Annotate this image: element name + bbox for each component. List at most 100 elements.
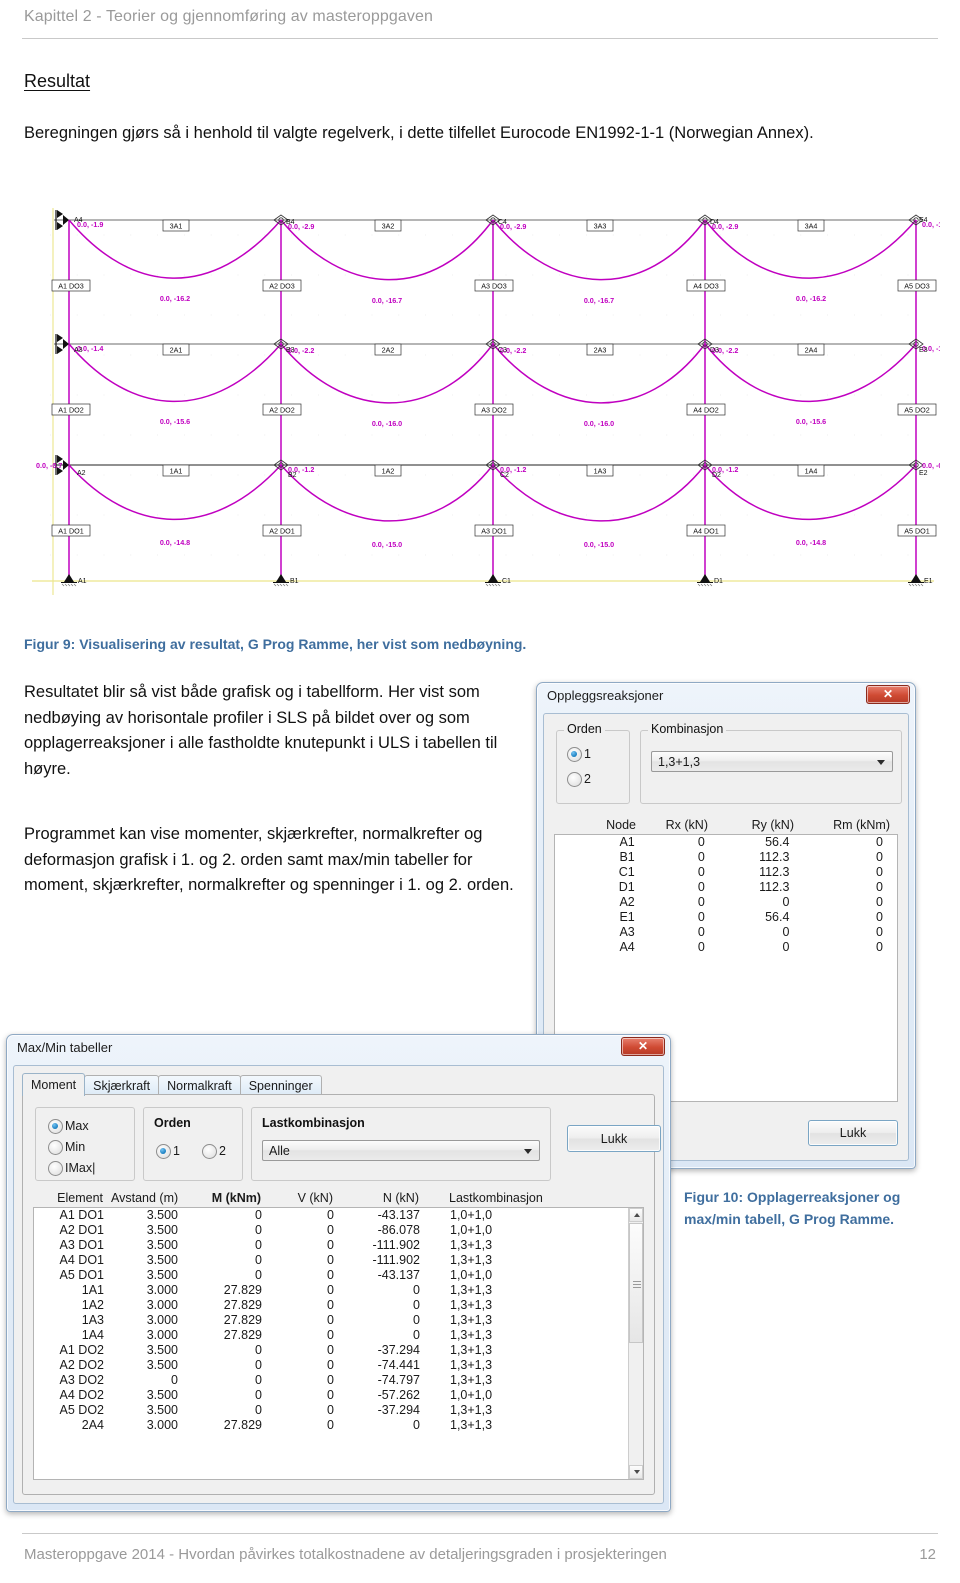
mm-cell-element: A2 DO1 (59, 1223, 104, 1237)
node-name-d3: D3 (710, 347, 719, 354)
table-row[interactable]: A1 DO2 3.500 0 0 -37.294 1,3+1,3 (34, 1343, 628, 1358)
extreme-radio-min[interactable]: Min (48, 1140, 85, 1155)
mm-cell-avstand: 3.000 (146, 1328, 178, 1342)
tab-spenninger[interactable]: Spenninger (239, 1075, 322, 1096)
column-label-a5-do1: A5 DO1 (904, 527, 930, 536)
mm-cell-v: 0 (327, 1238, 334, 1252)
mm-col-avstand: Avstand (m) (111, 1191, 179, 1205)
mm-orden-radio-1[interactable]: 1 (156, 1144, 180, 1159)
mm-col-moment: M (kNm) (211, 1191, 261, 1205)
extreme-radio-max[interactable]: Max (48, 1119, 89, 1134)
mm-table[interactable]: A1 DO1 3.500 0 0 -43.137 1,0+1,0 A2 DO1 3.500 0 0… (33, 1207, 644, 1480)
node-name-d4: D4 (710, 219, 719, 226)
table-row[interactable]: A2 DO2 3.500 0 0 -74.441 1,3+1,3 (34, 1358, 628, 1373)
beam-label-3a2: 3A2 (382, 222, 395, 231)
table-row[interactable]: E1 0 56.4 0 (555, 910, 897, 925)
scrollbar-thumb[interactable] (629, 1223, 643, 1343)
table-row[interactable]: A1 0 56.4 0 (555, 835, 897, 850)
span-value-3a2: 0.0, -16.7 (372, 296, 402, 305)
mm-cell-v: 0 (327, 1343, 334, 1357)
mm-cell-element: A5 DO2 (59, 1403, 104, 1417)
mm-cell-moment: 27.829 (223, 1298, 262, 1312)
table-row[interactable]: A4 0 0 0 (555, 940, 897, 955)
mm-cell-avstand: 0 (171, 1373, 178, 1387)
table-row[interactable]: B1 0 112.3 0 (555, 850, 897, 865)
page-header: Kapittel 2 - Teorier og gjennomføring av… (0, 0, 960, 42)
tab-skjaerkraft[interactable]: Skjærkraft (84, 1075, 160, 1096)
mm-cell-v: 0 (327, 1298, 334, 1312)
close-icon[interactable]: ✕ (866, 685, 910, 704)
mm-cell-v: 0 (327, 1373, 334, 1387)
mm-col-element: Element (57, 1191, 103, 1205)
mm-cell-moment: 0 (255, 1238, 262, 1252)
opp-cell-rx: 0 (697, 865, 705, 879)
table-row[interactable]: 1A1 3.000 27.829 0 0 1,3+1,3 (34, 1283, 628, 1298)
mm-cell-n: -111.902 (372, 1238, 421, 1252)
table-row[interactable]: A2 0 0 0 (555, 895, 897, 910)
mm-orden-radio-2[interactable]: 2 (202, 1144, 226, 1159)
maxmin-lukk-button[interactable]: Lukk (567, 1125, 661, 1152)
node-name-e4: E4 (919, 217, 928, 224)
chevron-down-icon[interactable] (877, 760, 885, 765)
table-row[interactable]: A3 0 0 0 (555, 925, 897, 940)
mm-table-scrollbar[interactable] (628, 1208, 643, 1479)
column-label-a5-do3: A5 DO3 (904, 282, 930, 291)
mm-cell-v: 0 (327, 1208, 334, 1222)
opp-lukk-button[interactable]: Lukk (808, 1120, 898, 1146)
beam-label-2a4: 2A4 (805, 346, 818, 355)
opp-cell-rm: 0 (876, 940, 883, 954)
mm-cell-lastkombinasjon: 1,3+1,3 (450, 1373, 493, 1387)
mm-orden-label: Orden (154, 1116, 191, 1130)
mm-cell-moment: 0 (255, 1403, 262, 1417)
node-name-a2: A2 (77, 470, 86, 477)
table-row[interactable]: A3 DO2 0 0 0 -74.797 1,3+1,3 (34, 1373, 628, 1388)
dialog-titlebar[interactable]: Oppleggsreaksjoner ✕ (537, 683, 915, 711)
mm-cell-n: -74.797 (377, 1373, 420, 1387)
scroll-down-icon[interactable] (629, 1465, 643, 1479)
mm-cell-v: 0 (327, 1358, 334, 1372)
orden-radio-1[interactable]: 1 (567, 747, 591, 762)
opp-cell-ry: 112.3 (759, 850, 790, 864)
opp-table-header: Node Rx (kN) Ry (kN) Rm (kNm) (554, 818, 904, 832)
mm-cell-v: 0 (327, 1403, 334, 1417)
dialog-titlebar[interactable]: Max/Min tabeller ✕ (7, 1035, 670, 1063)
opp-cell-rm: 0 (876, 880, 883, 894)
scroll-up-icon[interactable] (629, 1208, 643, 1222)
orden-radio-2-label: 2 (584, 772, 591, 786)
mm-cell-lastkombinasjon: 1,0+1,0 (450, 1208, 493, 1222)
chevron-down-icon[interactable] (524, 1149, 532, 1154)
mm-cell-avstand: 3.500 (146, 1388, 178, 1402)
table-row[interactable]: D1 0 112.3 0 (555, 880, 897, 895)
dialog-client-area: Moment Skjærkraft Normalkraft Spenninger Ma… (13, 1065, 664, 1504)
table-row[interactable]: 1A3 3.000 27.829 0 0 1,3+1,3 (34, 1313, 628, 1328)
lastkombinasjon-dropdown[interactable]: Alle (262, 1140, 540, 1161)
table-row[interactable]: 2A4 3.000 27.829 0 0 1,3+1,3 (34, 1418, 628, 1433)
tab-moment[interactable]: Moment (22, 1073, 86, 1096)
mm-cell-element: 2A4 (81, 1418, 104, 1432)
table-row[interactable]: A4 DO2 3.500 0 0 -57.262 1,0+1,0 (34, 1388, 628, 1403)
table-row[interactable]: A5 DO1 3.500 0 0 -43.137 1,0+1,0 (34, 1268, 628, 1283)
beam-label-2a1: 2A1 (170, 346, 183, 355)
node-value-a2: 0.0, -0.7 (36, 461, 62, 470)
orden-radio-2[interactable]: 2 (567, 772, 591, 787)
kombinasjon-label: Kombinasjon (648, 722, 727, 736)
kombinasjon-dropdown[interactable]: 1,3+1,3 (651, 751, 893, 772)
extreme-radio-absmax[interactable]: IMax| (48, 1161, 95, 1176)
column-label-a3-do3: A3 DO3 (481, 282, 507, 291)
beam-label-3a1: 3A1 (170, 222, 183, 231)
table-row[interactable]: A5 DO2 3.500 0 0 -37.294 1,3+1,3 (34, 1403, 628, 1418)
mm-cell-element: A5 DO1 (59, 1268, 104, 1282)
table-row[interactable]: 1A2 3.000 27.829 0 0 1,3+1,3 (34, 1298, 628, 1313)
mm-cell-n: -37.294 (377, 1403, 420, 1417)
table-row[interactable]: A3 DO1 3.500 0 0 -111.902 1,3+1,3 (34, 1238, 628, 1253)
opp-cell-ry: 0 (782, 895, 790, 909)
mm-cell-n: -37.294 (377, 1343, 420, 1357)
table-row[interactable]: A2 DO1 3.500 0 0 -86.078 1,0+1,0 (34, 1223, 628, 1238)
table-row[interactable]: 1A4 3.000 27.829 0 0 1,3+1,3 (34, 1328, 628, 1343)
close-icon[interactable]: ✕ (621, 1037, 665, 1056)
table-row[interactable]: A4 DO1 3.500 0 0 -111.902 1,3+1,3 (34, 1253, 628, 1268)
table-row[interactable]: C1 0 112.3 0 (555, 865, 897, 880)
tab-normalkraft[interactable]: Normalkraft (158, 1075, 241, 1096)
span-value-1a1: 0.0, -14.8 (160, 538, 190, 547)
table-row[interactable]: A1 DO1 3.500 0 0 -43.137 1,0+1,0 (34, 1208, 628, 1223)
